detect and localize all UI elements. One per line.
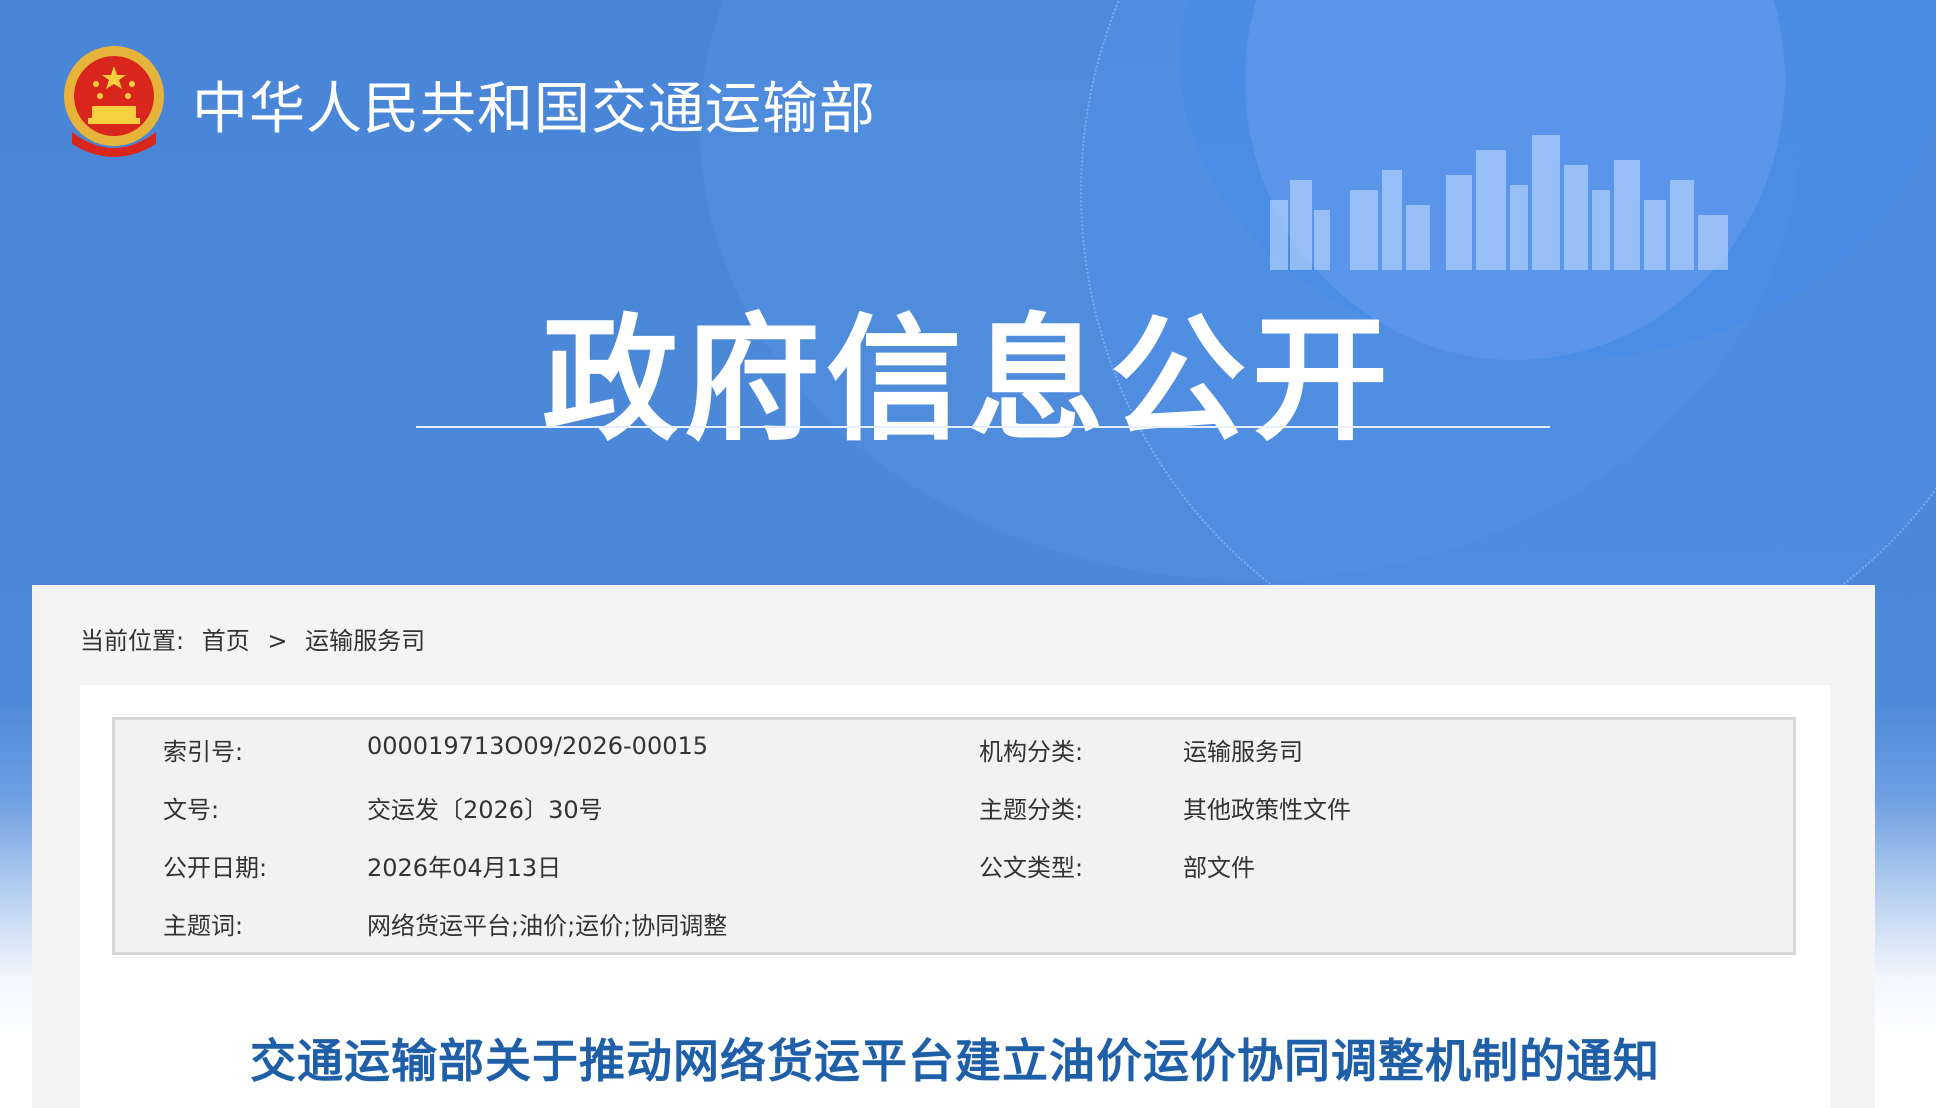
article-card: 索引号: 000019713O09/2026-00015 机构分类: 运输服务司… — [80, 685, 1830, 1108]
date-label: 公开日期: — [163, 854, 268, 882]
article-title: 交通运输部关于推动网络货运平台建立油价运价协同调整机制的通知 — [250, 1034, 1660, 1088]
city-skyline-icon — [1270, 135, 1728, 270]
topic-value: 其他政策性文件 — [1183, 796, 1351, 824]
metadata-row: 索引号: 000019713O09/2026-00015 机构分类: 运输服务司 — [115, 732, 1793, 772]
date-value: 2026年04月13日 — [367, 854, 562, 882]
title-divider — [416, 426, 1550, 428]
breadcrumb-current-link[interactable]: 运输服务司 — [305, 627, 425, 655]
index-value: 000019713O09/2026-00015 — [367, 732, 709, 760]
docno-label: 文号: — [163, 796, 220, 824]
keywords-label: 主题词: — [163, 912, 244, 940]
national-emblem-icon — [64, 46, 164, 157]
docno-value: 交运发〔2026〕30号 — [367, 796, 603, 824]
org-value: 运输服务司 — [1183, 738, 1303, 766]
index-label: 索引号: — [163, 738, 244, 766]
doctype-value: 部文件 — [1183, 854, 1255, 882]
metadata-row: 公开日期: 2026年04月13日 公文类型: 部文件 — [115, 848, 1793, 888]
breadcrumb-prefix: 当前位置: — [80, 627, 185, 655]
breadcrumb: 当前位置: 首页 > 运输服务司 — [80, 621, 435, 656]
site-header: 中华人民共和国交通运输部 — [58, 44, 876, 164]
org-label: 机构分类: — [979, 738, 1084, 766]
site-title[interactable]: 中华人民共和国交通运输部 — [192, 64, 876, 145]
metadata-row: 文号: 交运发〔2026〕30号 主题分类: 其他政策性文件 — [115, 790, 1793, 830]
metadata-row: 主题词: 网络货运平台;油价;运价;协同调整 — [115, 906, 1793, 946]
section-title: 政府信息公开 — [542, 302, 1394, 460]
breadcrumb-home-link[interactable]: 首页 — [202, 627, 250, 655]
breadcrumb-separator: > — [267, 627, 288, 655]
doctype-label: 公文类型: — [979, 854, 1084, 882]
content-panel: 当前位置: 首页 > 运输服务司 索引号: 000019713O09/2026-… — [32, 585, 1875, 1108]
metadata-table: 索引号: 000019713O09/2026-00015 机构分类: 运输服务司… — [112, 717, 1796, 955]
topic-label: 主题分类: — [979, 796, 1084, 824]
keywords-value: 网络货运平台;油价;运价;协同调整 — [367, 912, 728, 940]
